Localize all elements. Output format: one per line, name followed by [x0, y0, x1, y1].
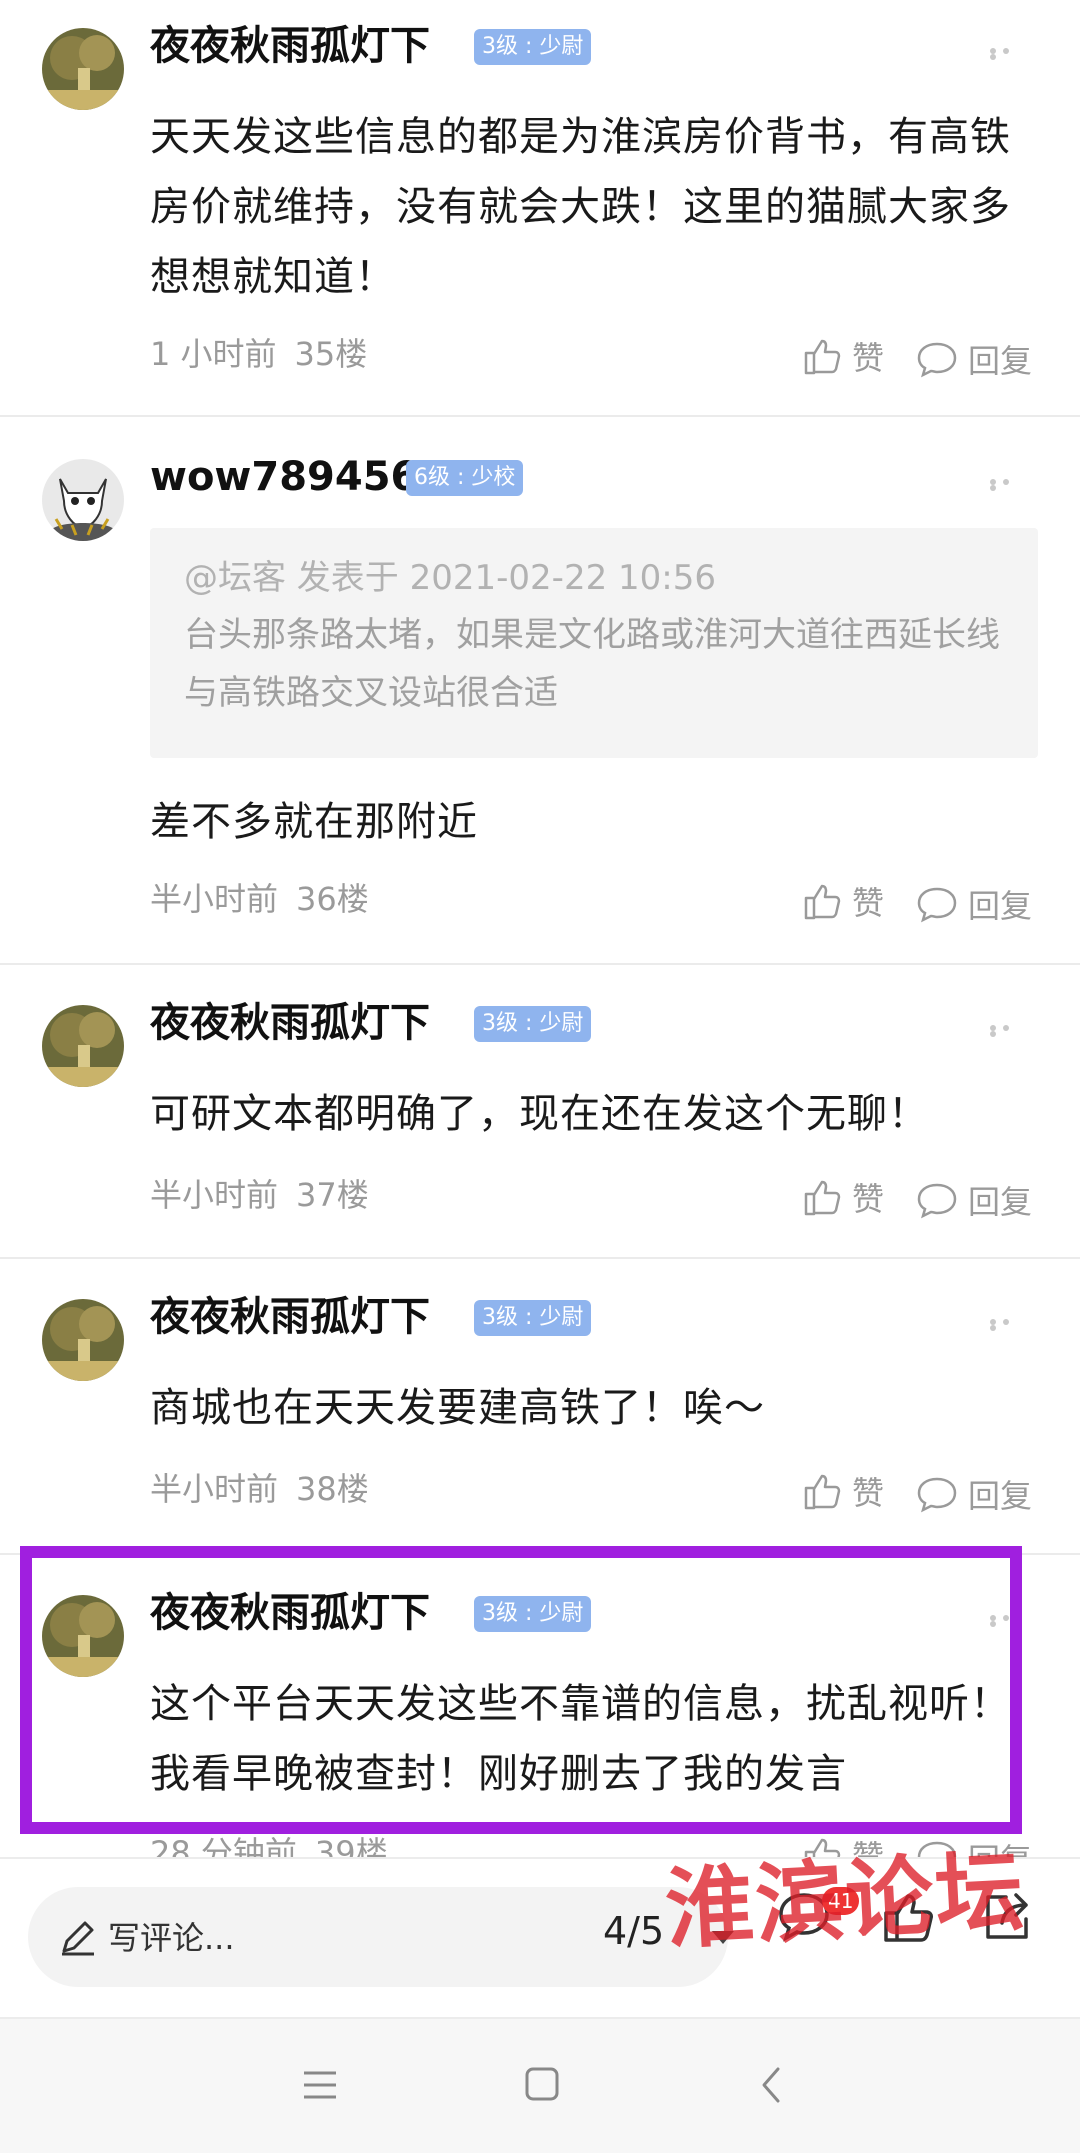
comment-item: 夜夜秋雨孤灯下 3级 : 少尉 天天发这些信息的都是为淮滨房价背书，有高铁房价就… — [0, 0, 1080, 415]
comment-text: 差不多就在那附近 — [150, 799, 478, 845]
comment-text: 可研文本都明确了，现在还在发这个无聊！ — [150, 1091, 929, 1137]
pencil-icon — [62, 1921, 94, 1956]
watermark: 淮滨论坛 — [662, 1838, 1028, 1962]
avatar[interactable] — [42, 459, 124, 541]
comment-text: 这个平台天天发这些不靠谱的信息，扰乱视听！我看早晚被查封！刚好删去了我的发言 — [150, 1681, 1011, 1797]
floor-number: 38楼 — [296, 1470, 369, 1508]
quote-text: 台头那条路太堵，如果是文化路或淮河大道往西延长线与高铁路交叉设站很合适 — [184, 615, 1000, 713]
like-button[interactable]: 赞 — [802, 331, 884, 381]
comment-time: 半小时前 — [150, 1470, 279, 1508]
avatar[interactable] — [42, 1299, 124, 1381]
thumbs-up-icon — [804, 339, 841, 375]
reply-button[interactable]: 回复 — [916, 879, 1032, 929]
quote-header: @坛客 发表于 2021-02-22 10:56 — [184, 558, 716, 598]
more-options-icon[interactable] — [990, 1615, 1028, 1627]
reply-label: 回复 — [968, 1183, 1033, 1221]
avatar[interactable] — [42, 1595, 124, 1677]
comment-icon — [917, 1183, 957, 1219]
comment-meta: 半小时前 36楼 — [150, 877, 369, 921]
comment-feed[interactable]: 夜夜秋雨孤灯下 3级 : 少尉 天天发这些信息的都是为淮滨房价背书，有高铁房价就… — [0, 0, 1080, 1857]
more-options-icon[interactable] — [990, 48, 1028, 60]
level-badge: 3级 : 少尉 — [474, 29, 592, 65]
floor-number: 37楼 — [296, 1176, 369, 1214]
like-label: 赞 — [852, 1474, 885, 1512]
comment-meta: 28 分钟前 39楼 — [150, 1831, 388, 1857]
more-options-icon[interactable] — [990, 1025, 1028, 1037]
username[interactable]: wow789456 — [150, 449, 418, 505]
avatar[interactable] — [42, 1005, 124, 1087]
back-icon[interactable] — [754, 2065, 790, 2105]
floor-number: 36楼 — [296, 880, 369, 918]
avatar[interactable] — [42, 28, 124, 110]
username[interactable]: 夜夜秋雨孤灯下 — [150, 18, 430, 74]
comment-meta: 1 小时前 35楼 — [150, 332, 367, 376]
like-label: 赞 — [852, 884, 885, 922]
reply-label: 回复 — [968, 342, 1033, 380]
like-button[interactable]: 赞 — [802, 876, 884, 926]
more-options-icon[interactable] — [990, 479, 1028, 491]
home-square-icon[interactable] — [524, 2065, 560, 2105]
like-label: 赞 — [852, 339, 885, 377]
reply-button[interactable]: 回复 — [916, 334, 1032, 384]
thumbs-up-icon — [804, 1474, 841, 1510]
comment-meta: 半小时前 38楼 — [150, 1467, 369, 1511]
comment-time: 28 分钟前 — [150, 1834, 297, 1857]
floor-number: 35楼 — [294, 335, 368, 373]
comment-text: 商城也在天天发要建高铁了！唉～ — [150, 1385, 765, 1431]
comment-icon — [917, 887, 957, 923]
compose-placeholder: 写评论... — [108, 1919, 235, 1957]
username[interactable]: 夜夜秋雨孤灯下 — [150, 1585, 430, 1641]
thumbs-up-icon — [804, 1180, 841, 1216]
system-navigation-bar — [0, 2017, 1080, 2153]
reply-label: 回复 — [968, 1477, 1033, 1515]
comment-icon — [917, 1477, 957, 1513]
level-badge: 3级 : 少尉 — [474, 1300, 592, 1336]
quoted-post[interactable]: @坛客 发表于 2021-02-22 10:56 台头那条路太堵，如果是文化路或… — [150, 528, 1038, 758]
like-button[interactable]: 赞 — [802, 1172, 884, 1222]
comment-item: 夜夜秋雨孤灯下 3级 : 少尉 商城也在天天发要建高铁了！唉～ 半小时前 38楼 … — [0, 1259, 1080, 1553]
level-badge: 3级 : 少尉 — [474, 1596, 592, 1632]
compose-comment-input[interactable]: 写评论... 4/5 — [28, 1887, 734, 1987]
username[interactable]: 夜夜秋雨孤灯下 — [150, 1289, 430, 1345]
level-badge: 3级 : 少尉 — [474, 1006, 592, 1042]
page-indicator[interactable]: 4/5 — [603, 1909, 664, 1953]
reply-label: 回复 — [968, 887, 1033, 925]
like-label: 赞 — [852, 1180, 885, 1218]
comment-icon — [917, 342, 957, 378]
like-button[interactable]: 赞 — [802, 1466, 884, 1516]
reply-button[interactable]: 回复 — [916, 1469, 1032, 1519]
menu-icon[interactable] — [302, 2065, 338, 2105]
comment-item: 夜夜秋雨孤灯下 3级 : 少尉 这个平台天天发这些不靠谱的信息，扰乱视听！我看早… — [0, 1555, 1080, 1857]
comment-item: wow789456 6级 : 少校 @坛客 发表于 2021-02-22 10:… — [0, 417, 1080, 963]
more-options-icon[interactable] — [990, 1319, 1028, 1331]
floor-number: 39楼 — [314, 1834, 388, 1857]
comment-item: 夜夜秋雨孤灯下 3级 : 少尉 可研文本都明确了，现在还在发这个无聊！ 半小时前… — [0, 965, 1080, 1257]
comment-meta: 半小时前 37楼 — [150, 1173, 369, 1217]
comment-time: 1 小时前 — [150, 335, 277, 373]
thumbs-up-icon — [804, 884, 841, 920]
reply-button[interactable]: 回复 — [916, 1175, 1032, 1225]
comment-text: 天天发这些信息的都是为淮滨房价背书，有高铁房价就维持，没有就会大跌！这里的猫腻大… — [150, 114, 1011, 300]
username[interactable]: 夜夜秋雨孤灯下 — [150, 995, 430, 1051]
level-badge: 6级 : 少校 — [406, 460, 524, 496]
comment-time: 半小时前 — [150, 1176, 279, 1214]
comment-time: 半小时前 — [150, 880, 279, 918]
